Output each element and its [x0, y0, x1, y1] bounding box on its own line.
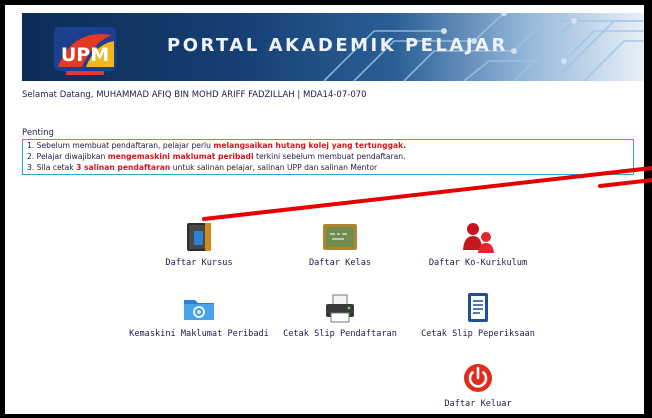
notice-heading: Penting: [22, 128, 54, 138]
chalkboard-icon: [322, 220, 358, 254]
notice-line-3: 3. Sila cetak 3 salinan pendaftaran untu…: [27, 163, 377, 172]
daftar-keluar-link[interactable]: Daftar Keluar: [408, 361, 548, 409]
notice-box: 1. Sebelum membuat pendaftaran, pelajar …: [22, 139, 634, 175]
portal-title: PORTAL AKADEMIK PELAJAR: [167, 35, 508, 56]
power-icon: [460, 361, 496, 395]
people-icon: [460, 220, 496, 254]
notice-line-text: 1. Sebelum membuat pendaftaran, pelajar …: [27, 141, 214, 150]
cetak-slip-peperiksaan-label: Cetak Slip Peperiksaan: [421, 329, 535, 339]
daftar-kelas-label: Daftar Kelas: [308, 258, 372, 268]
document-icon: [460, 291, 496, 325]
daftar-keluar-label: Daftar Keluar: [444, 399, 512, 409]
logo-text: UPM: [61, 44, 109, 66]
daftar-kokurikulum-link[interactable]: Daftar Ko-Kurikulum: [408, 220, 548, 268]
cetak-slip-peperiksaan-link[interactable]: Cetak Slip Peperiksaan: [408, 291, 548, 339]
notice-line-text: untuk salinan pelajar, salinan UPP dan s…: [170, 163, 378, 172]
notice-line-text: 3. Sila cetak: [27, 163, 77, 172]
header-banner: UPM PORTAL AKADEMIK PELAJAR: [22, 13, 644, 81]
notice-line-text: terkini sebelum membuat pendaftaran.: [253, 152, 406, 161]
welcome-message: Selamat Datang, MUHAMMAD AFIQ BIN MOHD A…: [22, 90, 367, 100]
kemaskini-maklumat-link[interactable]: Kemaskini Maklumat Peribadi: [129, 291, 269, 339]
cetak-slip-pendaftaran-link[interactable]: Cetak Slip Pendaftaran: [270, 291, 410, 339]
folder-icon: [181, 291, 217, 325]
cetak-slip-pendaftaran-label: Cetak Slip Pendaftaran: [283, 329, 397, 339]
notice-line-text: 2. Pelajar diwajibkan: [27, 152, 108, 161]
daftar-kursus-link[interactable]: Daftar Kursus: [129, 220, 269, 268]
daftar-kursus-label: Daftar Kursus: [165, 258, 233, 268]
notice-highlight: melangsaikan hutang kolej yang tertungga…: [213, 141, 407, 150]
daftar-kelas-link[interactable]: Daftar Kelas: [270, 220, 410, 268]
printer-icon: [322, 291, 358, 325]
upm-logo: UPM: [52, 21, 118, 77]
book-icon: [181, 220, 217, 254]
notice-line-1: 1. Sebelum membuat pendaftaran, pelajar …: [27, 141, 406, 150]
notice-highlight: 3 salinan pendaftaran: [76, 163, 171, 172]
notice-highlight: mengemaskini maklumat peribadi: [107, 152, 254, 161]
daftar-kokurikulum-label: Daftar Ko-Kurikulum: [428, 258, 528, 268]
kemaskini-maklumat-label: Kemaskini Maklumat Peribadi: [129, 329, 269, 339]
notice-line-2: 2. Pelajar diwajibkan mengemaskini maklu…: [27, 152, 406, 161]
